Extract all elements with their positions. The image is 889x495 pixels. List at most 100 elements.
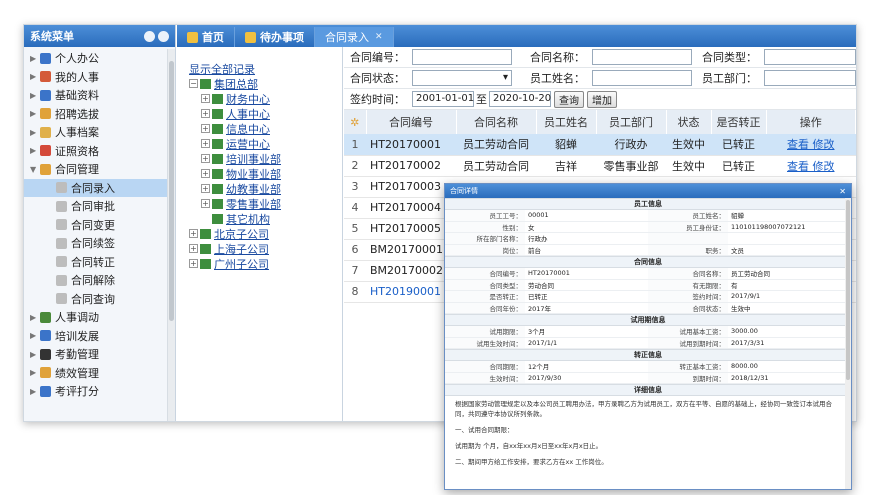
sidebar-item-certificates[interactable]: ▶ 证照资格 bbox=[24, 142, 174, 161]
sidebar-item-transfer[interactable]: ▶ 人事调动 bbox=[24, 308, 174, 327]
sidebar-item-attendance[interactable]: ▶ 考勤管理 bbox=[24, 345, 174, 364]
detail-paragraph: 一、试用合同期限： bbox=[455, 426, 514, 434]
show-all-link[interactable]: 显示全部记录 bbox=[189, 61, 255, 77]
contract-status-select[interactable]: ▾ bbox=[412, 70, 512, 86]
scroll-thumb[interactable] bbox=[169, 61, 174, 321]
tree-node-label[interactable]: 其它机构 bbox=[226, 211, 270, 227]
tree-node-label[interactable]: 北京子公司 bbox=[214, 226, 269, 242]
sidebar-header: 系统菜单 bbox=[24, 25, 175, 47]
sidebar-subitem-contract-change[interactable]: 合同变更 bbox=[24, 216, 174, 235]
expand-icon[interactable]: + bbox=[201, 199, 210, 208]
sidebar-subitem-contract-formal[interactable]: 合同转正 bbox=[24, 253, 174, 272]
tree-node[interactable]: + 幼教事业部 bbox=[189, 181, 342, 196]
row-actions[interactable]: 查看 修改 bbox=[766, 155, 856, 177]
tab-contract-entry[interactable]: 合同录入 ✕ bbox=[315, 27, 394, 47]
field-key: 有无期限： bbox=[648, 279, 728, 291]
sidebar-item-performance[interactable]: ▶ 绩效管理 bbox=[24, 364, 174, 383]
date-from-input[interactable]: 2001-01-01 bbox=[412, 91, 474, 107]
contract-code: HT20170001 bbox=[366, 134, 456, 156]
scroll-thumb[interactable] bbox=[846, 200, 850, 380]
collapse-icon[interactable] bbox=[144, 30, 155, 42]
tree-node-label[interactable]: 人事中心 bbox=[226, 106, 270, 122]
sidebar-item-my-hr[interactable]: ▶ 我的人事 bbox=[24, 68, 174, 87]
tree-node-label[interactable]: 培训事业部 bbox=[226, 151, 281, 167]
add-button[interactable]: 增加 bbox=[587, 90, 617, 108]
tree-node-label[interactable]: 财务中心 bbox=[226, 91, 270, 107]
sidebar-subitem-label: 合同转正 bbox=[71, 255, 115, 269]
tree-node-label[interactable]: 集团总部 bbox=[214, 76, 258, 92]
expand-icon[interactable]: + bbox=[201, 139, 210, 148]
date-to-input[interactable]: 2020-10-20 bbox=[489, 91, 551, 107]
tree-node[interactable]: + 培训事业部 bbox=[189, 151, 342, 166]
tree-node[interactable]: + 信息中心 bbox=[189, 121, 342, 136]
close-icon[interactable]: ✕ bbox=[839, 187, 846, 196]
tab-home[interactable]: 首页 bbox=[177, 27, 235, 47]
expand-icon[interactable]: + bbox=[201, 169, 210, 178]
expand-icon[interactable]: + bbox=[201, 94, 210, 103]
sidebar-item-recruitment[interactable]: ▶ 招聘选拔 bbox=[24, 105, 174, 124]
expand-icon[interactable]: + bbox=[201, 109, 210, 118]
tree-show-all[interactable]: 显示全部记录 bbox=[189, 61, 342, 76]
collapse-icon[interactable]: − bbox=[189, 79, 198, 88]
row-actions[interactable]: 查看 修改 bbox=[766, 134, 856, 156]
expand-icon[interactable]: + bbox=[189, 229, 198, 238]
sidebar-subitem-contract-approval[interactable]: 合同审批 bbox=[24, 197, 174, 216]
sidebar-item-basic-data[interactable]: ▶ 基础资料 bbox=[24, 86, 174, 105]
expand-icon[interactable]: + bbox=[201, 124, 210, 133]
expand-icon[interactable]: + bbox=[201, 184, 210, 193]
contract-no-input[interactable] bbox=[412, 49, 512, 65]
tree-node[interactable]: + 上海子公司 bbox=[189, 241, 342, 256]
tree-node[interactable]: + 人事中心 bbox=[189, 106, 342, 121]
close-icon[interactable]: ✕ bbox=[375, 32, 383, 42]
sidebar-title: 系统菜单 bbox=[30, 30, 74, 43]
contract-name-input[interactable] bbox=[592, 49, 692, 65]
tree-node-label[interactable]: 广州子公司 bbox=[214, 256, 269, 272]
contract-name-label: 合同名称： bbox=[530, 51, 585, 64]
tree-node-label[interactable]: 物业事业部 bbox=[226, 166, 281, 182]
org-icon bbox=[212, 108, 223, 119]
tree-node[interactable]: + 北京子公司 bbox=[189, 226, 342, 241]
sidebar-subitem-contract-entry[interactable]: 合同录入 bbox=[24, 178, 174, 197]
sidebar-subitem-contract-query[interactable]: 合同查询 bbox=[24, 290, 174, 309]
section-employee: 员工信息 bbox=[445, 198, 851, 210]
tree-node[interactable]: + 广州子公司 bbox=[189, 256, 342, 271]
sidebar-item-contract-mgmt[interactable]: ▼ 合同管理 bbox=[24, 160, 174, 179]
table-row[interactable]: 2 HT20170002 员工劳动合同 吉祥 零售事业部 生效中 已转正 查看 … bbox=[344, 155, 856, 177]
medal-icon bbox=[40, 145, 51, 157]
employee-name-input[interactable] bbox=[592, 70, 692, 86]
tab-todo[interactable]: 待办事项 bbox=[235, 27, 315, 47]
field-value bbox=[728, 233, 851, 245]
dialog-scrollbar[interactable] bbox=[845, 198, 851, 489]
employee-dept-input[interactable] bbox=[764, 70, 856, 86]
tree-root[interactable]: − 集团总部 bbox=[189, 76, 342, 91]
training-icon bbox=[40, 330, 51, 342]
settings-icon[interactable]: ✲ bbox=[350, 116, 359, 129]
sidebar-item-training[interactable]: ▶ 培训发展 bbox=[24, 327, 174, 346]
sidebar-item-personal-office[interactable]: ▶ 个人办公 bbox=[24, 49, 174, 68]
contract-type-input[interactable] bbox=[764, 49, 856, 65]
expand-icon[interactable]: + bbox=[189, 244, 198, 253]
sidebar-subitem-contract-renew[interactable]: 合同续签 bbox=[24, 234, 174, 253]
tree-node-label[interactable]: 幼教事业部 bbox=[226, 181, 281, 197]
table-row[interactable]: 1 HT20170001 员工劳动合同 貂蝉 行政办 生效中 已转正 查看 修改 bbox=[344, 134, 856, 156]
tree-node[interactable]: + 物业事业部 bbox=[189, 166, 342, 181]
tree-node[interactable]: 其它机构 bbox=[189, 211, 342, 226]
sidebar-scrollbar[interactable] bbox=[167, 49, 175, 421]
tree-node[interactable]: + 财务中心 bbox=[189, 91, 342, 106]
sidebar-item-evaluation[interactable]: ▶ 考评打分 bbox=[24, 382, 174, 401]
tree-node-label[interactable]: 运营中心 bbox=[226, 136, 270, 152]
contract-code: HT20170003 bbox=[366, 176, 456, 198]
sidebar-item-hr-files[interactable]: ▶ 人事档案 bbox=[24, 123, 174, 142]
expand-icon[interactable]: + bbox=[201, 154, 210, 163]
tree-node[interactable]: + 零售事业部 bbox=[189, 196, 342, 211]
expand-icon[interactable]: + bbox=[189, 259, 198, 268]
org-icon bbox=[212, 168, 223, 179]
gear-icon[interactable] bbox=[158, 30, 169, 42]
caret-right-icon: ▶ bbox=[30, 53, 37, 63]
tree-node-label[interactable]: 零售事业部 bbox=[226, 196, 281, 212]
tree-node-label[interactable]: 信息中心 bbox=[226, 121, 270, 137]
tree-node[interactable]: + 运营中心 bbox=[189, 136, 342, 151]
query-button[interactable]: 查询 bbox=[554, 90, 584, 108]
sidebar-subitem-contract-terminate[interactable]: 合同解除 bbox=[24, 271, 174, 290]
tree-node-label[interactable]: 上海子公司 bbox=[214, 241, 269, 257]
